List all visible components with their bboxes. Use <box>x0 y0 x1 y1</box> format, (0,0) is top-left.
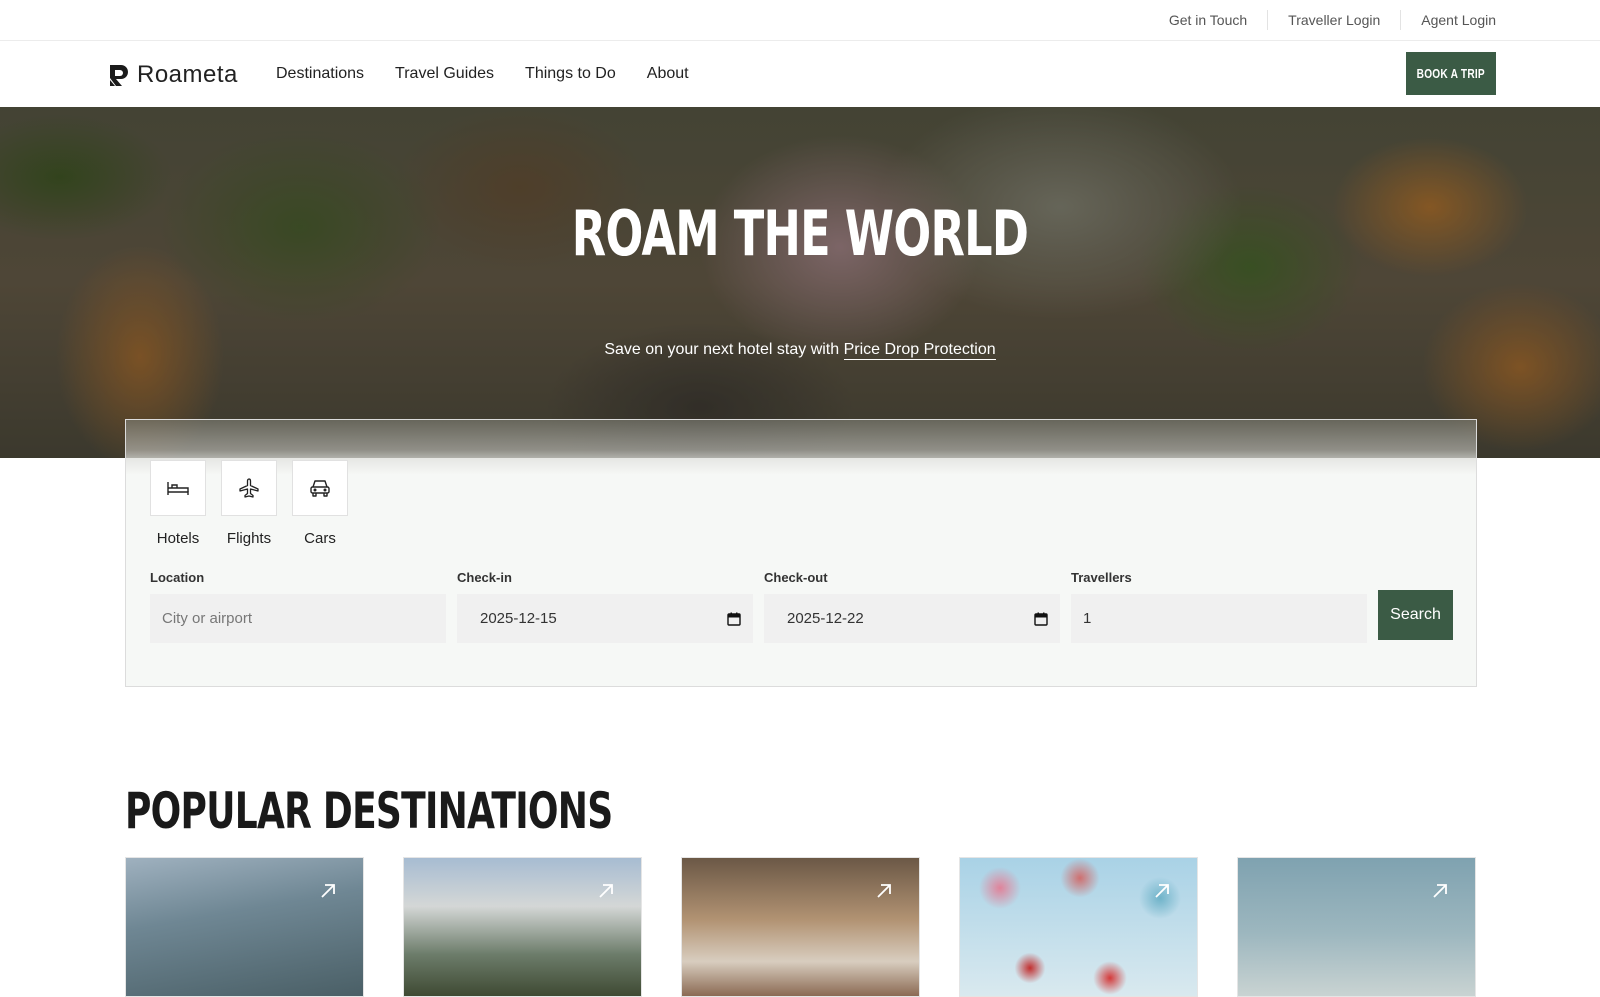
arrow-up-right-icon <box>599 884 613 898</box>
location-group: Location City or airport <box>150 570 446 643</box>
arrow-up-right-icon <box>877 884 891 898</box>
plane-icon <box>239 478 259 498</box>
traveller-login-link[interactable]: Traveller Login <box>1267 10 1400 30</box>
checkin-date-input[interactable]: 2025-12-15 <box>457 594 753 643</box>
hero-title: ROAM THE WORLD <box>0 197 1600 270</box>
destination-card[interactable] <box>125 857 364 997</box>
checkout-group: Check-out 2025-12-22 <box>764 570 1060 643</box>
calendar-icon[interactable] <box>727 612 741 626</box>
popular-destinations-title: POPULAR DESTINATIONS <box>125 782 613 840</box>
checkin-value: 2025-12-15 <box>480 610 557 627</box>
destination-card[interactable] <box>1237 857 1476 997</box>
nav-travel-guides[interactable]: Travel Guides <box>395 65 494 83</box>
logo-text: Roameta <box>137 61 238 88</box>
travellers-group: Travellers 1 <box>1071 570 1367 643</box>
utility-links: Get in Touch Traveller Login Agent Login <box>1149 0 1496 40</box>
hero-title-text: ROAM THE WORLD <box>571 197 1029 270</box>
price-drop-protection-link[interactable]: Price Drop Protection <box>843 341 996 360</box>
destination-card[interactable] <box>403 857 642 997</box>
agent-login-link[interactable]: Agent Login <box>1400 10 1496 30</box>
cars-tab-box[interactable] <box>292 460 348 516</box>
flights-tab-box[interactable] <box>221 460 277 516</box>
logo[interactable]: Roameta <box>107 61 238 89</box>
checkin-label: Check-in <box>457 570 512 585</box>
destination-card[interactable] <box>959 857 1198 997</box>
search-button[interactable]: Search <box>1378 590 1453 640</box>
checkout-date-input[interactable]: 2025-12-22 <box>764 594 1060 643</box>
main-nav: Roameta Destinations Travel Guides Thing… <box>0 41 1600 107</box>
utility-bar: Get in Touch Traveller Login Agent Login <box>0 0 1600 41</box>
bed-icon <box>167 482 189 495</box>
book-a-trip-button[interactable]: BOOK A TRIP <box>1406 52 1496 95</box>
travellers-label: Travellers <box>1071 570 1132 585</box>
get-in-touch-link[interactable]: Get in Touch <box>1149 10 1267 30</box>
flights-tab-label: Flights <box>226 530 272 547</box>
destination-cards <box>125 857 1476 997</box>
nav-links: Destinations Travel Guides Things to Do … <box>276 41 720 107</box>
search-mode-tabs: Hotels Flights Cars <box>150 460 363 547</box>
destination-card[interactable] <box>681 857 920 997</box>
cars-tab-label: Cars <box>304 530 336 547</box>
hotels-tab-box[interactable] <box>150 460 206 516</box>
hero-subtitle-text: Save on your next hotel stay with <box>604 341 844 358</box>
arrow-up-right-icon <box>1433 884 1447 898</box>
checkout-value: 2025-12-22 <box>787 610 864 627</box>
hotels-tab-label: Hotels <box>156 530 200 547</box>
logo-mark-icon <box>110 65 128 86</box>
nav-things-to-do[interactable]: Things to Do <box>525 65 616 83</box>
location-placeholder: City or airport <box>162 610 253 627</box>
tab-cars[interactable]: Cars <box>292 460 348 547</box>
tab-flights[interactable]: Flights <box>221 460 277 547</box>
arrow-up-right-icon <box>1155 884 1169 898</box>
popular-destinations-heading: POPULAR DESTINATIONS <box>125 782 802 840</box>
nav-about[interactable]: About <box>647 65 689 83</box>
tab-hotels[interactable]: Hotels <box>150 460 206 547</box>
calendar-icon[interactable] <box>1034 612 1048 626</box>
checkout-label: Check-out <box>764 570 828 585</box>
location-input[interactable]: City or airport <box>150 594 446 643</box>
arrow-up-right-icon <box>321 884 335 898</box>
nav-destinations[interactable]: Destinations <box>276 65 364 83</box>
location-label: Location <box>150 570 205 585</box>
checkin-group: Check-in 2025-12-15 <box>457 570 753 643</box>
travellers-input[interactable]: 1 <box>1071 594 1367 643</box>
travellers-value: 1 <box>1083 610 1092 627</box>
book-a-trip-label: BOOK A TRIP <box>1416 66 1486 81</box>
hero-subtitle: Save on your next hotel stay with Price … <box>0 341 1600 360</box>
car-icon <box>310 480 330 497</box>
hero-banner: ROAM THE WORLD Save on your next hotel s… <box>0 107 1600 458</box>
search-panel: Hotels Flights Cars Location City or air… <box>125 419 1477 687</box>
